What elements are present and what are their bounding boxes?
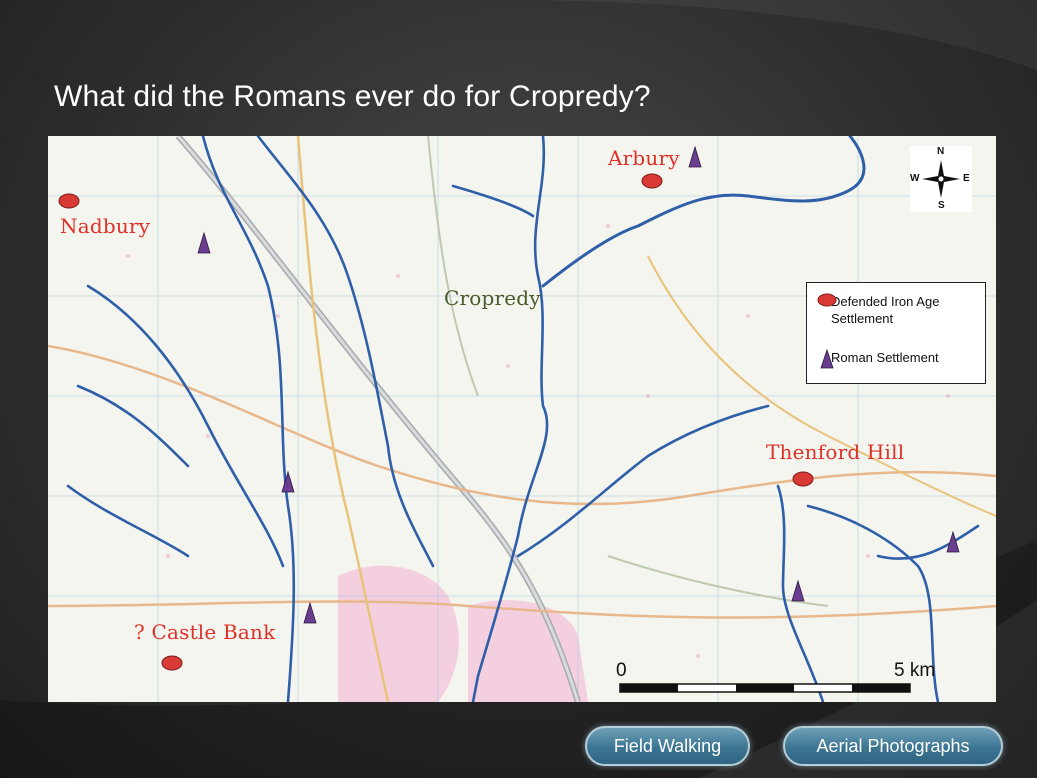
slide-title: What did the Romans ever do for Cropredy… <box>54 80 651 113</box>
iron-age-marker-icon <box>817 293 837 307</box>
field-walking-button[interactable]: Field Walking <box>585 726 750 766</box>
roman-marker-icon <box>820 349 834 369</box>
legend-row-iron-age: Defended Iron Age Settlement <box>817 293 961 327</box>
label-cropredy: Cropredy <box>444 286 541 310</box>
scale-bar <box>619 683 911 693</box>
marker-roman-2 <box>688 145 702 168</box>
map-panel: Nadbury Arbury Cropredy Thenford Hill ? … <box>48 136 996 702</box>
label-nadbury: Nadbury <box>60 214 151 238</box>
compass-n: N <box>937 146 945 157</box>
marker-roman-4 <box>303 601 317 624</box>
aerial-photographs-button[interactable]: Aerial Photographs <box>783 726 1003 766</box>
legend-roman-label: Roman Settlement <box>831 350 939 365</box>
legend-row-roman: Roman Settlement <box>817 349 939 369</box>
compass-e: E <box>963 173 970 184</box>
roman-markers <box>197 145 960 624</box>
marker-roman-5 <box>791 579 805 602</box>
marker-roman-6 <box>946 530 960 553</box>
map-base <box>48 136 996 702</box>
label-arbury: Arbury <box>608 146 680 170</box>
legend-iron-age-label: Defended Iron Age Settlement <box>831 294 940 326</box>
label-castle-bank: ? Castle Bank <box>134 620 276 644</box>
scale-end-label: 5 km <box>894 660 936 681</box>
compass-w: W <box>910 173 920 184</box>
compass-rose: N E S W <box>910 146 972 212</box>
marker-iron-age-thenford <box>792 471 814 487</box>
banbury-town-area <box>338 565 459 702</box>
map-legend: Defended Iron Age Settlement Roman Settl… <box>806 282 986 384</box>
compass-s: S <box>938 200 945 211</box>
marker-iron-age-castle-bank <box>161 655 183 671</box>
scale-start-label: 0 <box>616 660 627 681</box>
marker-iron-age-nadbury <box>58 193 80 209</box>
label-thenford-hill: Thenford Hill <box>766 440 905 464</box>
marker-roman-1 <box>197 231 211 254</box>
marker-iron-age-arbury <box>641 173 663 189</box>
